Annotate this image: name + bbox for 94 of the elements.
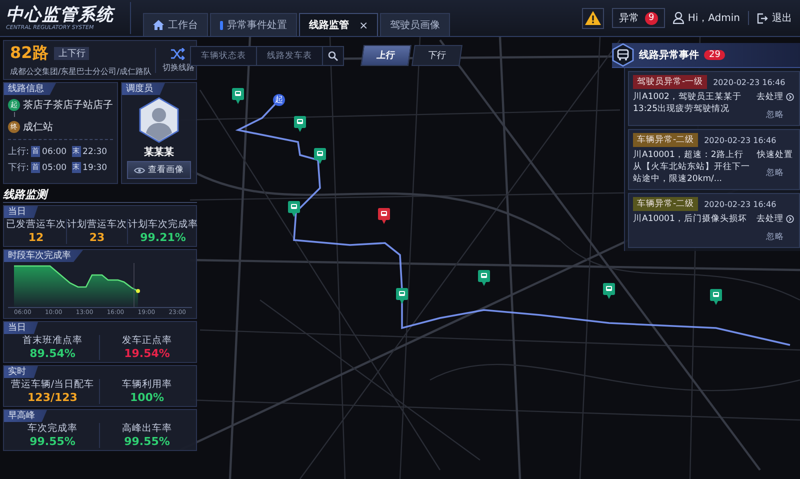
app-title: 中心监管系统 [6,5,116,25]
stat-label: 营运车辆/当日配车 [10,379,94,391]
tab[interactable]: 工作台 [143,13,208,36]
table-button[interactable]: 车辆状态表 [191,46,257,64]
stat-value: 19.54% [124,347,170,360]
stat-value: 100% [130,391,164,404]
avatar-silhouette [139,97,179,143]
stop-name: 茶店子茶店子站店子 [23,98,113,112]
alert-button[interactable]: 异常 9 [612,8,665,28]
time-text: 19:30 [82,162,108,172]
event-time: 2020-02-23 16:46 [713,78,786,86]
alert-label: 异常 [618,12,639,25]
bus-stop-icon[interactable] [288,201,300,217]
tab[interactable]: 异常事件处置 [210,13,297,36]
warning-icon [584,11,601,25]
section-label: 实时 [4,366,38,378]
ignore-button[interactable]: 忽略 [766,109,784,121]
handle-button[interactable]: 去处理 [756,213,794,225]
direction-badge: 上下行 [54,47,90,60]
view-profile-button[interactable]: 查看画像 [127,161,191,179]
user-greeting: Hi，Admin [688,12,740,25]
warning-button[interactable] [582,8,604,28]
tab[interactable]: 线路监管 × [299,13,378,36]
event-description: 川A10001，超速：2路上行从【火车北站东站】开往下一站途中，限速20km/... [633,149,751,185]
stat-value: 123/123 [28,391,78,404]
section-label: 当日 [4,206,38,218]
stat-label: 计划车次完成率 [128,219,198,231]
start-marker[interactable]: 起 [273,94,285,106]
event-level-tag: 驾驶员异常-一级 [633,75,708,89]
bus-stop-icon[interactable] [294,116,306,132]
stat-label: 车次完成率 [28,423,78,435]
event-time: 2020-02-23 16:46 [704,136,776,144]
stat-label: 首末班准点率 [22,335,82,347]
arrow-circle-icon [786,215,794,223]
stat-label: 发车正点率 [122,335,172,347]
stat-label: 车辆利用率 [122,379,172,391]
bus-stop-icon[interactable] [478,270,490,286]
time-text: 05:00 [42,162,67,172]
direction-tab[interactable]: 上行 [360,45,412,66]
event-level-tag: 车辆异常-二级 [633,197,698,211]
logout-icon [757,12,768,24]
bus-stop-icon[interactable] [314,148,326,164]
eye-icon [134,166,145,174]
handle-button[interactable]: 快速处置 [757,149,793,161]
stat-value: 99.21% [140,231,186,244]
time-text: 22:30 [82,146,108,156]
event-count-badge: 29 [704,50,726,60]
bus-stop-icon[interactable] [603,283,615,299]
events-title: 线路异常事件 [639,48,699,62]
stat-value: 89.54% [30,347,76,360]
stat-value: 99.55% [124,435,170,448]
stop-name: 成仁站 [23,120,53,134]
handle-button[interactable]: 去处理 [756,91,794,103]
company-path: 成都公交集团/东星巴士分公司/成仁路队 [10,66,152,77]
table-button[interactable]: 线路发车表 [257,46,323,64]
user-icon [672,12,684,24]
stat-label: 高峰出车率 [122,423,172,435]
close-button[interactable]: × [359,18,368,32]
bus-hexagon-icon [612,43,634,67]
marker-icon [220,20,223,30]
section-label: 线路信息 [4,83,56,95]
section-label: 早高峰 [4,410,47,422]
ignore-button[interactable]: 忽略 [766,231,784,243]
alert-bus-stop-icon[interactable] [378,208,390,224]
bus-stop-icon[interactable] [710,289,722,305]
stat-value: 12 [28,231,44,244]
event-description: 川A10001，后门摄像头损坏 [633,213,748,226]
home-icon [153,20,164,30]
section-heading: 线路监测 [3,186,197,203]
tab[interactable]: 驾驶员画像 [380,13,450,36]
event-time: 2020-02-23 16:46 [704,200,776,208]
bus-stop-icon[interactable] [232,88,244,104]
section-label: 当日 [4,322,38,334]
stat-value: 23 [89,231,105,244]
event-level-tag: 车辆异常-二级 [633,133,698,147]
stat-label: 计划营运车次 [67,219,127,231]
dispatcher-name: 某某某 [144,146,174,159]
time-text: 06:00 [42,146,67,156]
arrow-circle-icon [786,93,794,101]
direction-tab[interactable]: 下行 [412,45,462,66]
bus-stop-icon[interactable] [396,288,408,304]
schedule-label: 下行: [8,162,30,174]
stat-label: 已发营运车次 [6,219,66,231]
logout-button[interactable]: 退出 [757,11,792,25]
alert-count-badge: 9 [644,12,658,24]
stat-value: 99.55% [30,435,76,448]
section-label: 时段车次完成率 [4,250,83,262]
search-icon [328,50,338,60]
schedule-label: 上行: [8,146,30,158]
section-label: 调度员 [122,83,165,95]
event-description: 川A1002，驾驶员王某某于13:25出现疲劳驾驶情况 [633,91,742,116]
ignore-button[interactable]: 忽略 [766,167,784,179]
shuffle-icon [171,48,186,60]
route-name: 82路 [10,43,48,64]
